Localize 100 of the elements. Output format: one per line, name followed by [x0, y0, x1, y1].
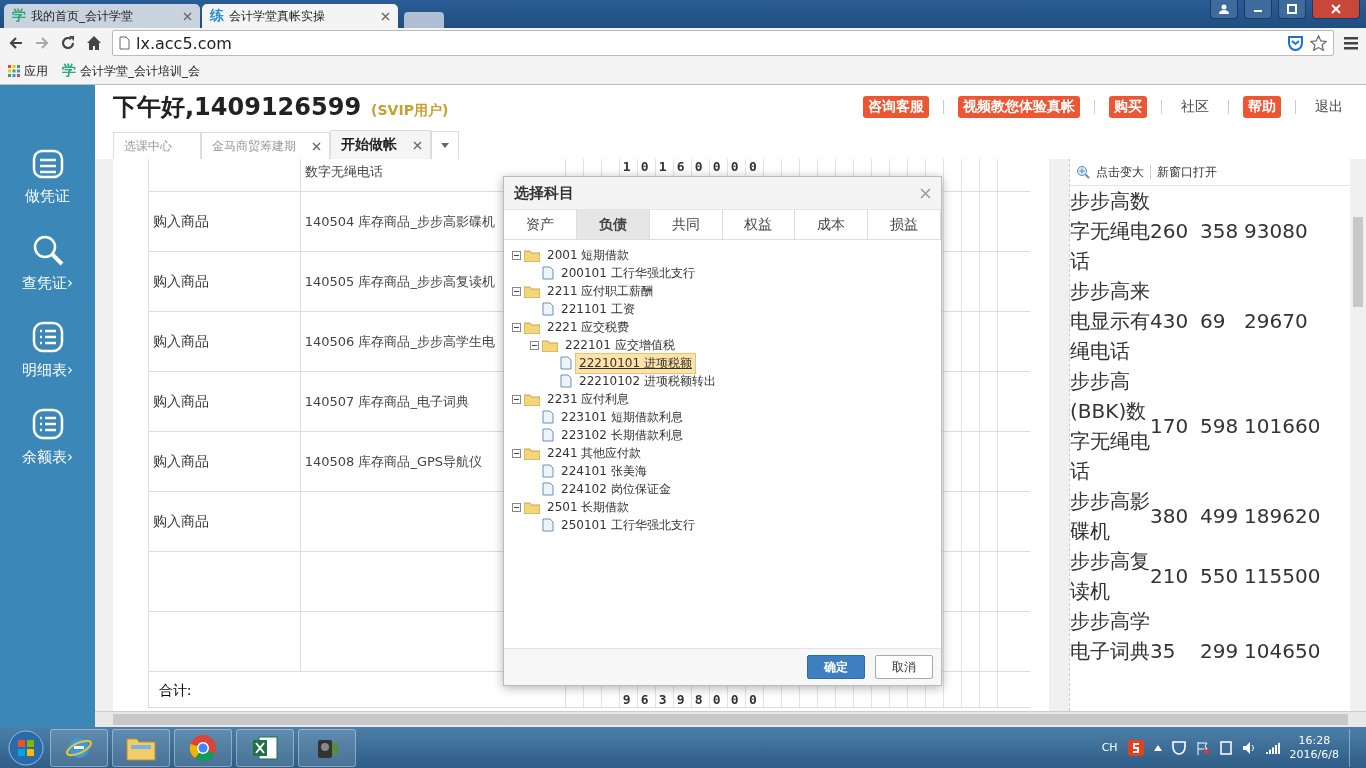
close-icon[interactable]	[920, 187, 931, 199]
table-cell: 购入商品	[152, 392, 209, 411]
spreadsheet-icon[interactable]	[251, 733, 279, 762]
table-cell: 购入商品	[152, 332, 209, 351]
quantity-text: 35	[1150, 638, 1177, 665]
header-link[interactable]: 退出	[1310, 96, 1348, 118]
user-button[interactable]	[1210, 0, 1238, 19]
close-icon[interactable]	[312, 141, 321, 151]
star-icon[interactable]	[1310, 34, 1327, 52]
amount-digits: 10160000	[622, 159, 767, 174]
price-text: 598	[1200, 413, 1240, 440]
header-link[interactable]: 咨询客服	[863, 96, 929, 118]
table-cell: 购入商品	[152, 212, 209, 231]
folder-icon	[524, 248, 540, 262]
maximize-button[interactable]	[1278, 0, 1306, 19]
page-tab[interactable]: 开始做帐	[330, 130, 431, 159]
file-icon	[560, 356, 572, 370]
file-icon	[542, 482, 554, 496]
file-icon	[542, 266, 554, 280]
bookmark-link[interactable]: 学 会计学堂_会计培训_会	[62, 62, 200, 80]
collapse-toggle[interactable]	[530, 340, 539, 350]
table-cell: 140507 库存商品_电子词典	[304, 392, 469, 411]
file-icon	[542, 410, 554, 424]
file-icon	[542, 428, 554, 442]
table-cell: 140505 库存商品_步步高复读机	[304, 272, 495, 291]
close-button[interactable]	[1312, 0, 1360, 19]
sidebar-item[interactable]: 明细表›	[22, 319, 73, 380]
input-method-icon[interactable]	[1127, 739, 1144, 756]
price-text: 69	[1200, 308, 1227, 335]
collapse-toggle[interactable]	[512, 322, 521, 332]
price-text: 499	[1200, 503, 1240, 530]
enlarge-link[interactable]: 点击变大	[1096, 163, 1145, 181]
quantity-text: 260	[1150, 218, 1190, 245]
header-link[interactable]: 帮助	[1243, 96, 1281, 118]
table-cell: 购入商品	[152, 512, 209, 531]
horizontal-scrollbar[interactable]	[95, 711, 1366, 727]
amount-text: 104650	[1244, 638, 1322, 665]
device-icon[interactable]	[1219, 740, 1232, 755]
site-logo-icon: 学	[12, 7, 26, 25]
dialog-title: 选择科目	[514, 183, 574, 203]
collapse-toggle[interactable]	[512, 286, 521, 296]
close-icon[interactable]	[413, 140, 422, 150]
file-icon	[560, 374, 572, 388]
sidebar-item[interactable]: 查凭证›	[22, 232, 73, 293]
maximize-icon	[1287, 4, 1297, 14]
zoom-in-icon[interactable]	[1076, 165, 1091, 179]
quantity-text: 380	[1150, 503, 1190, 530]
table-cell: 购入商品	[152, 452, 209, 471]
cancel-button[interactable]: 取消	[875, 655, 933, 679]
product-name: 步步高复读机	[1070, 548, 1151, 605]
clock[interactable]: 16:28 2016/6/8	[1289, 733, 1339, 762]
caret-icon	[441, 143, 449, 148]
header-link[interactable]: 社区	[1176, 96, 1214, 118]
apps-grid-icon	[8, 65, 20, 77]
collapse-toggle[interactable]	[512, 394, 521, 404]
close-icon[interactable]	[381, 11, 390, 21]
speaker-icon[interactable]	[1241, 740, 1256, 755]
signal-icon[interactable]	[1265, 741, 1280, 754]
sidebar-item[interactable]: 余额表›	[22, 406, 73, 467]
table-cell: 购入商品	[152, 272, 209, 291]
total-label: 合计:	[158, 682, 192, 698]
menu-icon[interactable]	[1344, 36, 1358, 50]
bookmark-link[interactable]: 应用	[8, 62, 48, 80]
collapse-toggle[interactable]	[512, 250, 521, 260]
start-button[interactable]	[6, 728, 46, 767]
shield-icon[interactable]	[1287, 34, 1304, 52]
greeting-text: 下午好,1409126599	[113, 92, 362, 123]
up-arrow-icon[interactable]	[1153, 744, 1162, 751]
membership-label: (SVIP用户)	[371, 102, 449, 120]
folder-icon	[524, 500, 540, 514]
amount-text: 115500	[1244, 563, 1322, 590]
browser-tab[interactable]: 学 我的首页_会计学堂	[4, 4, 200, 28]
minimize-button[interactable]	[1244, 0, 1272, 19]
header-link[interactable]: 视频教您体验真帐	[958, 96, 1080, 118]
chrome-icon[interactable]	[189, 733, 217, 762]
close-icon	[1331, 4, 1341, 14]
confirm-button[interactable]: 确定	[807, 655, 865, 679]
product-name: 步步高(BBK)数字无绳电话	[1070, 368, 1151, 485]
new-window-link[interactable]: 新窗口打开	[1157, 163, 1218, 181]
header-link[interactable]: 购买	[1109, 96, 1147, 118]
folder-icon	[524, 392, 540, 406]
product-name: 步步高数字无绳电话	[1070, 188, 1151, 275]
collapse-toggle[interactable]	[512, 448, 521, 458]
close-icon[interactable]	[183, 11, 192, 21]
product-name: 电子词典	[1070, 638, 1151, 665]
back-icon[interactable]	[8, 35, 24, 51]
tree-item[interactable]: 22210101 进项税额	[575, 352, 696, 374]
flag-icon[interactable]	[1195, 740, 1210, 755]
home-icon[interactable]	[86, 35, 102, 51]
category-tab[interactable]: 资产	[504, 210, 577, 239]
reload-icon[interactable]	[60, 35, 76, 51]
sidebar-item[interactable]: 做凭证	[25, 145, 70, 206]
price-text: 299	[1200, 638, 1240, 665]
vertical-scrollbar[interactable]	[1350, 159, 1366, 711]
collapse-toggle[interactable]	[512, 502, 521, 512]
address-bar[interactable]: lx.acc5.com	[112, 30, 1334, 56]
site-logo-icon: 练	[210, 7, 224, 25]
browser-tab[interactable]: 练 会计学堂真帐实操	[202, 4, 398, 28]
category-tab[interactable]: 负债	[576, 210, 650, 239]
language-indicator[interactable]: CH	[1101, 741, 1118, 754]
